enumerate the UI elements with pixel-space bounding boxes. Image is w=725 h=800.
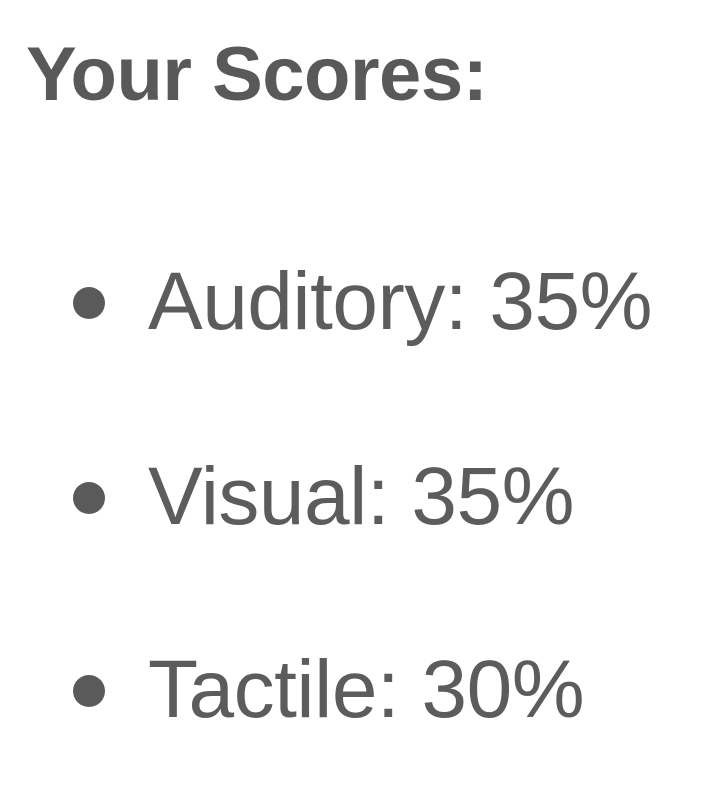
score-item-visual: Visual: 35% bbox=[0, 447, 725, 547]
bullet-icon bbox=[73, 675, 105, 707]
bullet-icon bbox=[73, 482, 105, 514]
score-item-tactile: Tactile: 30% bbox=[0, 640, 725, 740]
scores-heading: Your Scores: bbox=[26, 32, 488, 117]
score-text-visual: Visual: 35% bbox=[148, 451, 575, 542]
score-text-auditory: Auditory: 35% bbox=[148, 256, 653, 347]
score-text-tactile: Tactile: 30% bbox=[148, 644, 585, 735]
bullet-icon bbox=[73, 287, 105, 319]
score-item-auditory: Auditory: 35% bbox=[0, 252, 725, 352]
page: { "heading": "Your Scores:", "scores": [… bbox=[0, 0, 725, 800]
